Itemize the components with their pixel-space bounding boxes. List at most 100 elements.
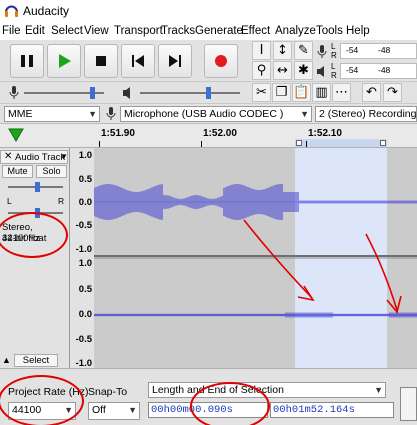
menu-effect[interactable]: Effect [241, 25, 270, 37]
chevron-down-icon: ▼ [300, 109, 309, 119]
menu-edit[interactable]: Edit [25, 25, 45, 37]
zoom-tool-icon[interactable]: ⚲ [252, 61, 271, 80]
selection-end-time[interactable]: 00h01m52.164s [270, 402, 394, 418]
selection-tool-icon[interactable]: I [252, 41, 271, 60]
recording-device-select[interactable]: Microphone (USB Audio CODEC ) ▼ [120, 106, 312, 122]
playback-volume-slider[interactable] [140, 92, 240, 94]
chevron-down-icon: ▼ [128, 405, 137, 415]
trim-icon[interactable]: ▥ [312, 83, 331, 102]
microphone-icon [317, 45, 327, 58]
scale-label: 1.0 [78, 258, 92, 269]
audio-host-select[interactable]: MME ▼ [4, 106, 100, 122]
meter-ch-left: L [331, 62, 336, 71]
selection-mode-select[interactable]: Length and End of Selection ▼ [148, 382, 386, 398]
menu-generate[interactable]: Generate [195, 25, 243, 37]
envelope-tool-icon[interactable]: ↕ [273, 41, 292, 60]
playback-meter[interactable]: L R -54 -48 [316, 62, 417, 81]
recording-channels-value: 2 (Stereo) Recording Ch [319, 108, 417, 120]
menu-transport[interactable]: Transport [114, 25, 163, 37]
ruler-tick-label: 1:52.10 [308, 128, 342, 139]
skip-to-end-icon [169, 55, 181, 67]
select-track-button[interactable]: Select [14, 354, 58, 367]
close-icon[interactable]: ✕ [4, 151, 12, 162]
scale-label: -0.5 [75, 220, 92, 231]
stop-button[interactable] [84, 44, 118, 78]
record-icon [215, 55, 227, 67]
pan-right-label: R [58, 196, 65, 206]
playback-volume-thumb[interactable] [206, 87, 211, 99]
menu-tracks[interactable]: Tracks [161, 25, 195, 37]
multi-tool-icon[interactable]: ✱ [294, 61, 313, 80]
pause-button[interactable] [10, 44, 44, 78]
menu-view[interactable]: View [84, 25, 109, 37]
timeline-ruler[interactable]: 1:51.90 1:52.00 1:52.10 [0, 124, 417, 148]
play-head-icon[interactable] [8, 128, 24, 142]
menu-tools[interactable]: Tools [316, 25, 343, 37]
track-name-button[interactable]: Audio Track [15, 152, 65, 163]
scale-label: -1.0 [75, 244, 92, 255]
stop-icon [96, 56, 106, 66]
meter-ch-left: L [331, 42, 336, 51]
solo-button[interactable]: Solo [36, 165, 67, 178]
skip-to-end-button[interactable] [158, 44, 192, 78]
waveform-area[interactable] [94, 148, 417, 368]
title-bar: Audacity [0, 0, 417, 22]
copy-icon[interactable]: ❐ [272, 83, 291, 102]
play-button[interactable] [47, 44, 81, 78]
scale-label: 0.5 [78, 174, 92, 185]
record-meter[interactable]: L R -54 -48 [316, 42, 417, 61]
transport-toolbar: I ↕ ✎ ⚲ ↔ ✱ L R -54 -48 L R -54 -48 [0, 40, 417, 82]
ruler-tick-label: 1:52.00 [203, 128, 237, 139]
speaker-icon [317, 66, 324, 77]
ruler-tick-label: 1:51.90 [101, 128, 135, 139]
chevron-down-icon[interactable]: ▼ [60, 152, 68, 161]
recording-device-value: Microphone (USB Audio CODEC ) [124, 108, 284, 120]
meter-scale-b: -48 [378, 65, 391, 75]
cut-icon[interactable]: ✂ [252, 83, 271, 102]
chevron-down-icon: ▼ [374, 385, 383, 395]
meter-scale-b: -48 [378, 45, 391, 55]
menu-file[interactable]: File [2, 25, 21, 37]
paste-icon[interactable]: 📋 [292, 83, 311, 102]
undo-icon[interactable]: ↶ [362, 83, 381, 102]
silence-icon[interactable]: ⋯ [332, 83, 351, 102]
time-shift-tool-icon[interactable]: ↔ [273, 61, 292, 80]
snap-to-select[interactable]: Off ▼ [88, 402, 140, 420]
scale-label: -0.5 [75, 334, 92, 345]
play-icon [59, 54, 71, 68]
annotation-circle-start-time [190, 382, 270, 425]
menu-help[interactable]: Help [346, 25, 370, 37]
microphone-icon [106, 107, 116, 120]
meter-ch-right: R [331, 71, 337, 80]
gain-slider[interactable] [8, 182, 63, 192]
snap-to-label: Snap-To [88, 386, 128, 398]
record-button[interactable] [204, 44, 238, 78]
draw-tool-icon[interactable]: ✎ [294, 41, 313, 60]
meter-ch-right: R [331, 51, 337, 60]
annotation-arrows [243, 219, 402, 314]
speaker-icon [123, 87, 130, 99]
track-control-panel: ✕ Audio Track ▼ Mute Solo L R Stereo, 44… [0, 148, 70, 368]
recording-channels-select[interactable]: 2 (Stereo) Recording Ch [315, 106, 417, 122]
meter-scale-a: -54 [346, 45, 359, 55]
menu-select[interactable]: Select [51, 25, 83, 37]
recording-volume-thumb[interactable] [90, 87, 95, 99]
mute-button[interactable]: Mute [2, 165, 33, 178]
audio-position-box[interactable] [400, 387, 417, 421]
audacity-logo-icon [5, 5, 18, 17]
pause-icon [21, 55, 33, 67]
snap-to-value: Off [92, 404, 106, 416]
audio-host-value: MME [8, 108, 33, 120]
track-header: ✕ Audio Track ▼ [0, 150, 68, 164]
chevron-down-icon: ▼ [88, 109, 97, 119]
meter-scale-a: -54 [346, 65, 359, 75]
annotation-circle-project-rate [0, 375, 84, 425]
redo-icon[interactable]: ↷ [383, 83, 402, 102]
mixer-edit-toolbar: ✂ ❐ 📋 ▥ ⋯ ↶ ↷ [0, 82, 417, 104]
amplitude-scale: 1.0 0.5 0.0 -0.5 -1.0 1.0 0.5 0.0 -0.5 -… [70, 148, 94, 369]
collapse-icon[interactable]: ▲ [2, 355, 11, 365]
menu-analyze[interactable]: Analyze [275, 25, 316, 37]
skip-to-start-icon [132, 55, 144, 67]
skip-to-start-button[interactable] [121, 44, 155, 78]
scale-label: 1.0 [78, 150, 92, 161]
